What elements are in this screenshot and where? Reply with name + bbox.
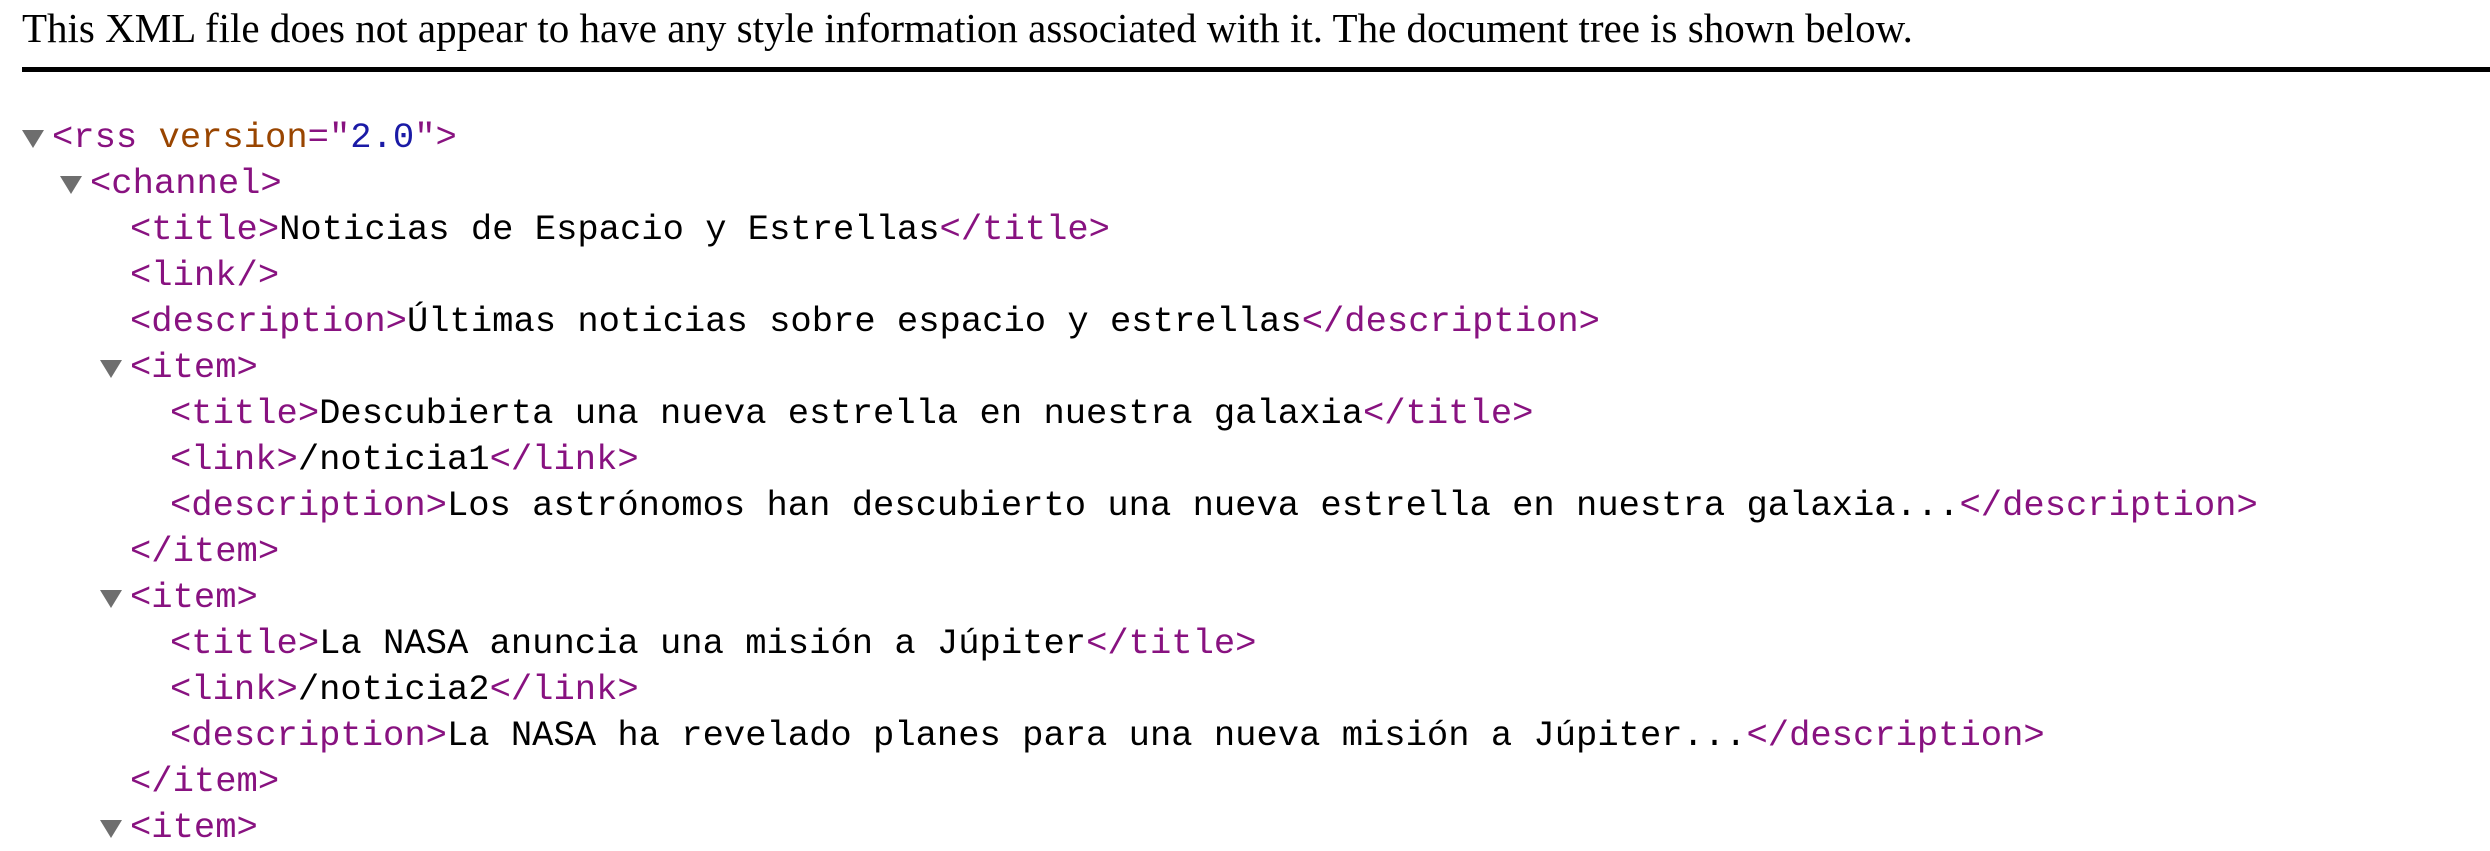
channel-description-text: Últimas noticias sobre espacio y estrell… — [406, 301, 1302, 342]
description-close-tag: </description> — [1959, 485, 2258, 526]
description-open-tag: <description> — [170, 715, 447, 756]
rss-attr-eq: =" — [307, 117, 351, 158]
item-2-title-text: La NASA anuncia una misión a Júpiter — [319, 623, 1087, 664]
title-close-tag: </title> — [1086, 623, 1257, 664]
title-open-tag: <title> — [130, 209, 280, 250]
link-close-tag: </link> — [489, 439, 639, 480]
channel-open-tag: <channel> — [90, 163, 282, 204]
rss-open-tag: <rss — [52, 117, 138, 158]
item-1-link-line: <link>/noticia1</link> — [170, 437, 639, 483]
xml-info-message: This XML file does not appear to have an… — [22, 5, 1913, 51]
item-2-open-line: <item> — [130, 575, 258, 621]
link-open-tag: <link> — [170, 669, 298, 710]
item-2-description-text: La NASA ha revelado planes para una nuev… — [446, 715, 1747, 756]
channel-title-line: <title>Noticias de Espacio y Estrellas</… — [130, 207, 1110, 253]
rss-attr-value: 2.0 — [350, 117, 415, 158]
item-close-tag: </item> — [130, 761, 280, 802]
collapse-rss-triangle-icon[interactable] — [22, 130, 44, 148]
xml-info-header: This XML file does not appear to have an… — [22, 0, 2490, 72]
channel-link-line: <link/> — [130, 253, 279, 299]
item-1-open-line: <item> — [130, 345, 258, 391]
item-2-title-line: <title>La NASA anuncia una misión a Júpi… — [170, 621, 1257, 667]
title-close-tag: </title> — [939, 209, 1110, 250]
item-open-tag: <item> — [130, 347, 258, 388]
item-3-open-line: <item> — [130, 805, 258, 851]
title-open-tag: <title> — [170, 623, 320, 664]
item-1-link-text: /noticia1 — [297, 439, 490, 480]
item-1-title-line: <title>Descubierta una nueva estrella en… — [170, 391, 1533, 437]
rss-attr-name: version — [137, 117, 308, 158]
item-2-link-line: <link>/noticia2</link> — [170, 667, 639, 713]
item-close-tag: </item> — [130, 531, 280, 572]
collapse-item-2-triangle-icon[interactable] — [100, 590, 122, 608]
link-open-tag: <link> — [170, 439, 298, 480]
title-open-tag: <title> — [170, 393, 320, 434]
item-1-description-line: <description>Los astrónomos han descubie… — [170, 483, 2258, 529]
description-close-tag: </description> — [1746, 715, 2045, 756]
item-1-title-text: Descubierta una nueva estrella en nuestr… — [319, 393, 1363, 434]
collapse-item-1-triangle-icon[interactable] — [100, 360, 122, 378]
item-open-tag: <item> — [130, 577, 258, 618]
description-open-tag: <description> — [170, 485, 447, 526]
item-1-close-line: </item> — [130, 529, 279, 575]
item-1-description-text: Los astrónomos han descubierto una nueva… — [446, 485, 1960, 526]
item-open-tag: <item> — [130, 807, 258, 848]
link-close-tag: </link> — [489, 669, 639, 710]
channel-description-line: <description>Últimas noticias sobre espa… — [130, 299, 1600, 345]
collapse-channel-triangle-icon[interactable] — [60, 176, 82, 194]
description-close-tag: </description> — [1301, 301, 1600, 342]
rss-open-line: <rss version="2.0"> — [52, 115, 457, 161]
rss-attr-close: "> — [414, 117, 457, 158]
collapse-item-3-triangle-icon[interactable] — [100, 820, 122, 838]
channel-title-text: Noticias de Espacio y Estrellas — [279, 209, 940, 250]
channel-open-line: <channel> — [90, 161, 282, 207]
item-2-link-text: /noticia2 — [297, 669, 490, 710]
link-empty-tag: <link/> — [130, 255, 280, 296]
item-2-description-line: <description>La NASA ha revelado planes … — [170, 713, 2045, 759]
title-close-tag: </title> — [1363, 393, 1534, 434]
description-open-tag: <description> — [130, 301, 407, 342]
item-2-close-line: </item> — [130, 759, 279, 805]
